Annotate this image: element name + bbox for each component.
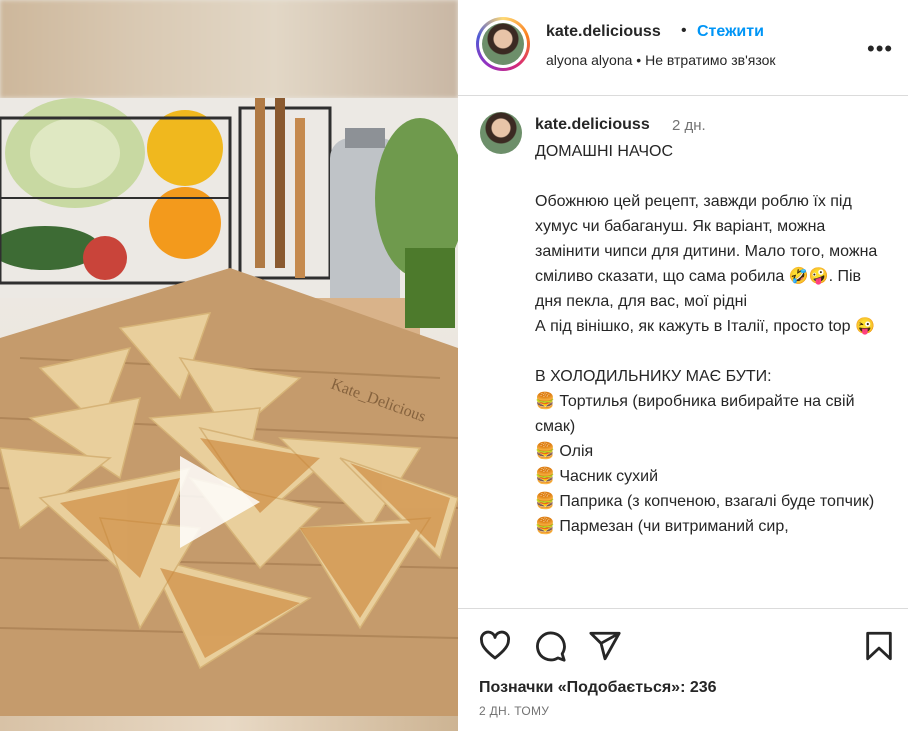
audio-track[interactable]: alyona alyona • Не втратимо зв'язок — [546, 52, 776, 68]
video-frame[interactable]: Kate_Delicious — [0, 98, 458, 716]
comment-icon[interactable] — [533, 629, 567, 663]
likes-count[interactable]: Позначки «Подобається»: 236 — [479, 679, 717, 697]
avatar[interactable] — [476, 17, 530, 71]
follow-button[interactable]: Стежити — [697, 23, 764, 41]
food-photo: Kate_Delicious — [0, 98, 458, 716]
caption-avatar[interactable] — [480, 112, 522, 154]
media-blur-top — [0, 0, 458, 98]
caption-area[interactable]: kate.deliciouss 2 дн. ДОМАШНІ НАЧОС Обож… — [458, 96, 908, 608]
bookmark-icon[interactable] — [862, 629, 896, 663]
media-blur-bottom — [0, 716, 458, 731]
caption-text: ДОМАШНІ НАЧОС Обожнюю цей рецепт, завжди… — [535, 143, 878, 535]
share-icon[interactable] — [588, 629, 622, 663]
post-media[interactable]: Kate_Delicious — [0, 0, 458, 731]
caption-username[interactable]: kate.deliciouss — [535, 116, 650, 134]
header-separator: • — [681, 22, 687, 39]
play-icon[interactable] — [180, 456, 260, 548]
more-horizontal-icon[interactable]: ••• — [867, 36, 893, 62]
post-date[interactable]: 2 ДН. ТОМУ — [479, 704, 549, 718]
header-username[interactable]: kate.deliciouss — [546, 23, 661, 41]
post-actions: Позначки «Подобається»: 236 2 ДН. ТОМУ — [458, 608, 908, 732]
heart-icon[interactable] — [478, 629, 512, 663]
post-header: kate.deliciouss • Стежити alyona alyona … — [458, 0, 908, 96]
post-sidebar: kate.deliciouss • Стежити alyona alyona … — [458, 0, 908, 731]
caption-time[interactable]: 2 дн. — [672, 117, 706, 134]
